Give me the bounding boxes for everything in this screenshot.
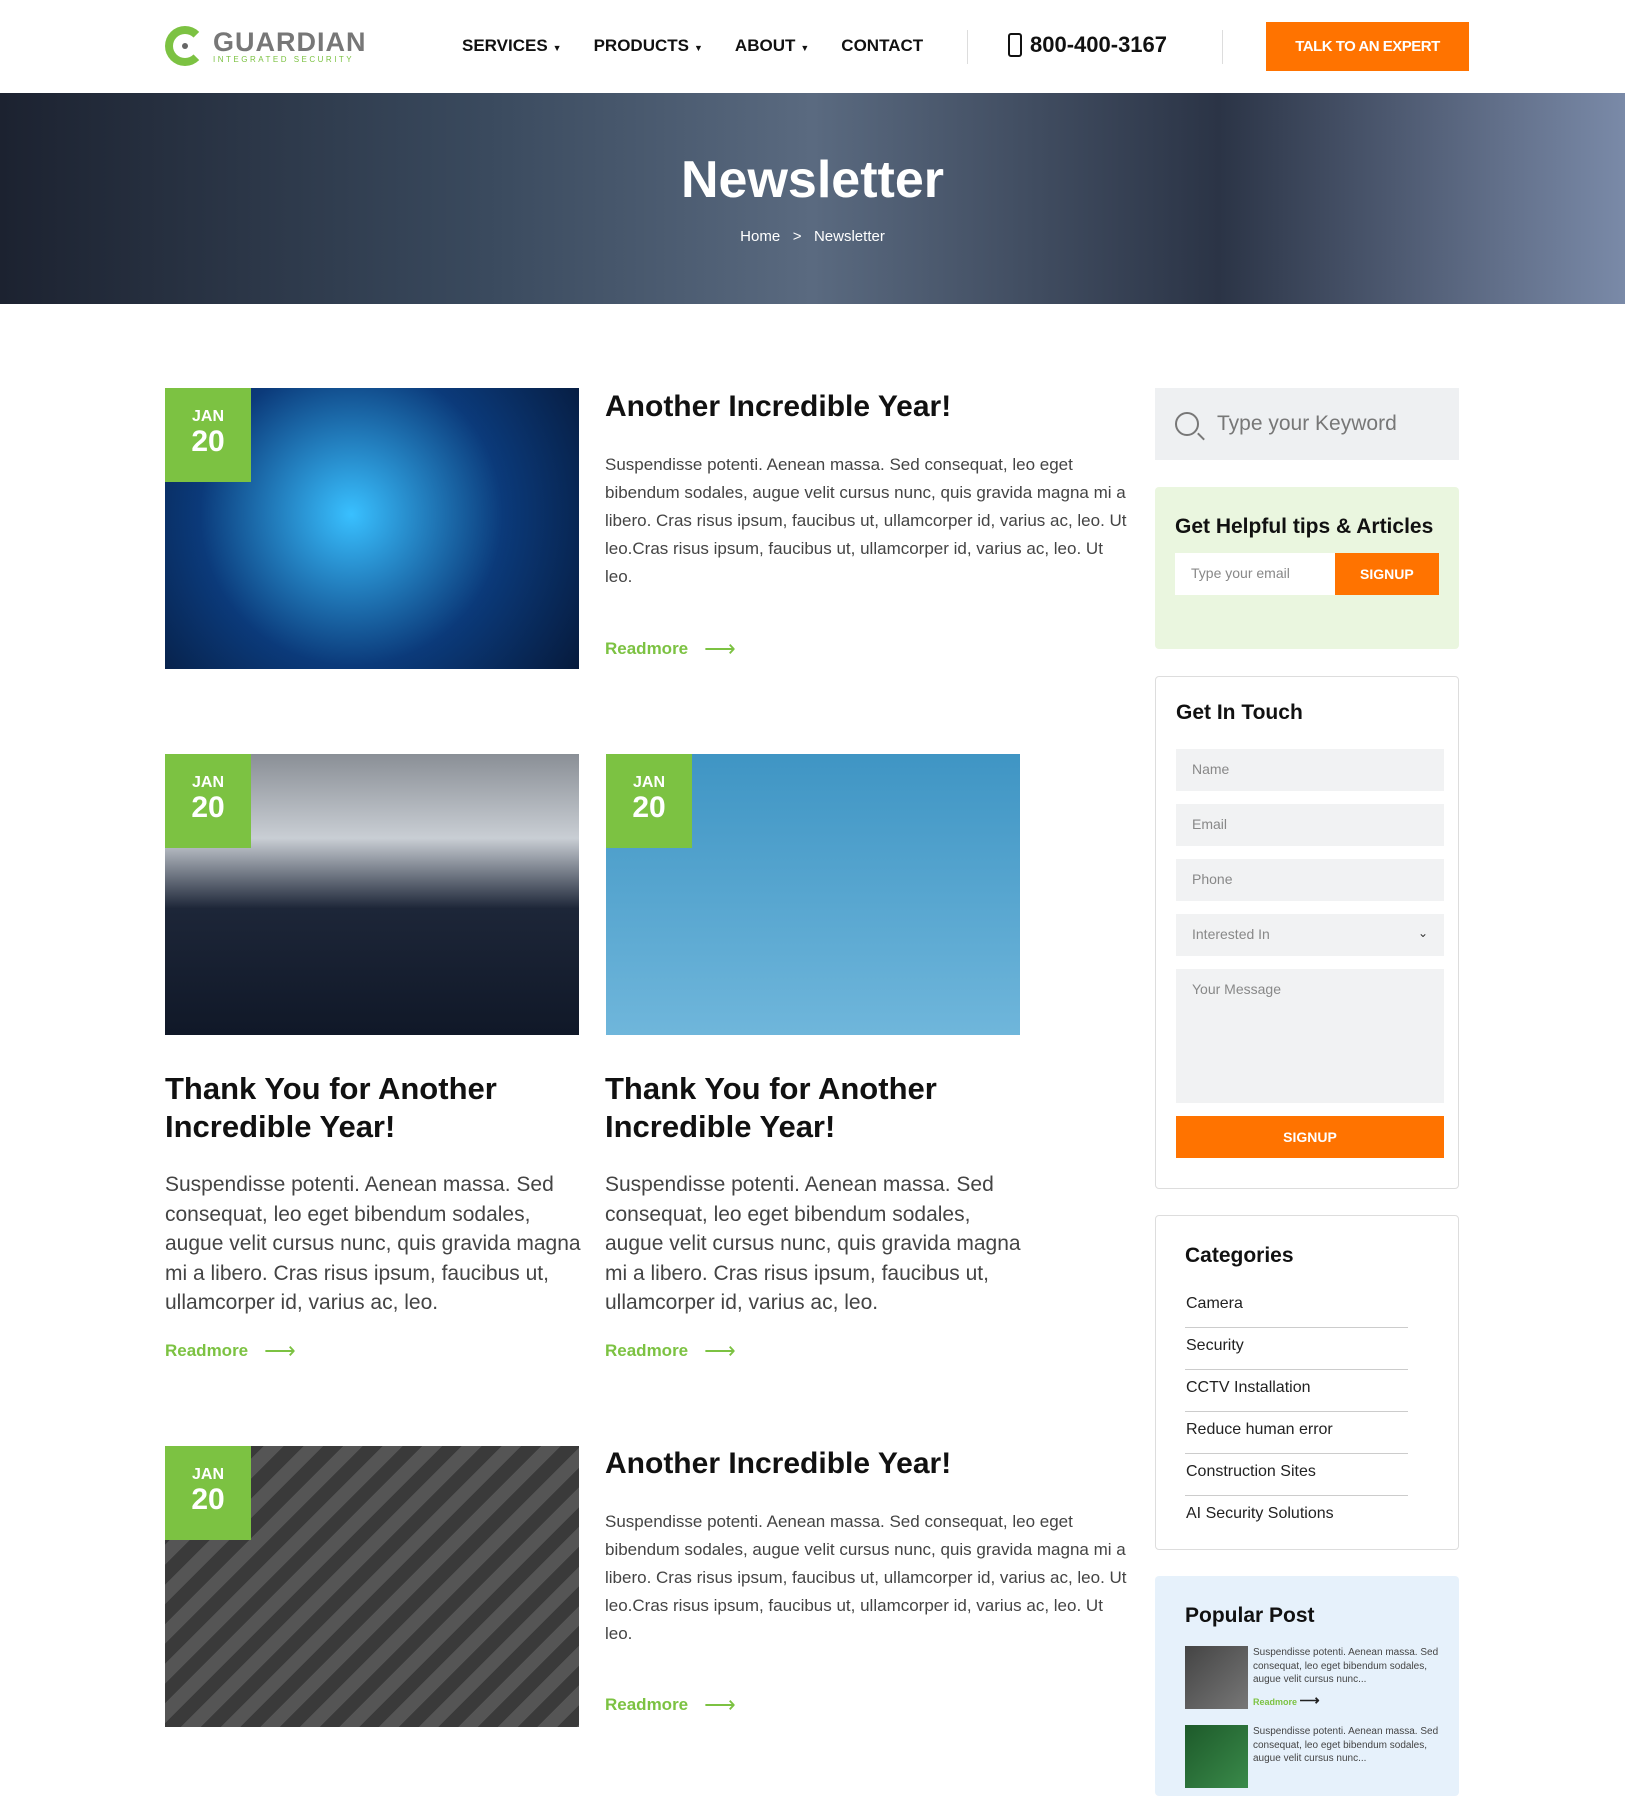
post-title[interactable]: Thank You for Another Incredible Year! [605,1070,1025,1146]
readmore-link[interactable]: Readmore ⟶ [605,636,736,662]
arrow-right-icon: ⟶ [704,1338,736,1363]
divider [967,30,968,64]
category-link[interactable]: Camera [1185,1286,1408,1328]
categories-widget: Categories Camera Security CCTV Installa… [1155,1215,1459,1550]
category-link[interactable]: Reduce human error [1185,1412,1408,1454]
category-link[interactable]: CCTV Installation [1185,1370,1408,1412]
date-badge: JAN 20 [165,388,251,482]
email-input[interactable]: Type your email [1175,553,1335,595]
arrow-right-icon: ⟶ [1299,1691,1320,1708]
arrow-right-icon: ⟶ [264,1338,296,1363]
readmore-link[interactable]: Readmore ⟶ [165,1338,296,1364]
category-link[interactable]: Construction Sites [1185,1454,1408,1496]
search-input[interactable]: Type your Keyword [1155,388,1459,460]
post-excerpt: Suspendisse potenti. Aenean massa. Sed c… [165,1173,581,1314]
phone-link[interactable]: 800-400-3167 [1008,32,1167,58]
logo[interactable]: GUARDIAN INTEGRATED SECURITY [165,26,367,66]
signup-button[interactable]: SIGNUP [1334,553,1439,595]
readmore-link[interactable]: Readmore ⟶ [605,1692,736,1718]
popular-post[interactable]: Suspendisse potenti. Aenean massa. Sed c… [1185,1646,1439,1709]
post-image[interactable]: JAN 20 [606,754,1020,1035]
message-field[interactable]: Your Message [1176,969,1444,1103]
nav-contact[interactable]: CONTACT [841,36,923,56]
chevron-down-icon: ⌄ [1417,926,1428,940]
phone-field[interactable]: Phone [1176,859,1444,901]
arrow-right-icon: ⟶ [704,1692,736,1717]
main-nav: SERVICES ▼ PRODUCTS ▼ ABOUT ▼ CONTACT [462,36,923,56]
name-field[interactable]: Name [1176,749,1444,791]
post-excerpt: Suspendisse potenti. Aenean massa. Sed c… [605,1512,1127,1643]
post-title[interactable]: Thank You for Another Incredible Year! [165,1070,585,1146]
post-excerpt: Suspendisse potenti. Aenean massa. Sed c… [605,1173,1021,1314]
post-excerpt: Suspendisse potenti. Aenean massa. Sed c… [605,455,1127,586]
nav-about[interactable]: ABOUT ▼ [735,36,809,56]
date-badge: JAN 20 [606,754,692,848]
post-title[interactable]: Another Incredible Year! [605,390,951,424]
site-header: GUARDIAN INTEGRATED SECURITY SERVICES ▼ PR… [0,0,1625,93]
interested-in-select[interactable]: Interested In ⌄ [1176,914,1444,956]
readmore-link[interactable]: Readmore ⟶ [605,1338,736,1364]
post-image[interactable]: JAN 20 [165,1446,579,1727]
arrow-right-icon: ⟶ [704,636,736,661]
breadcrumb-home[interactable]: Home [740,228,780,245]
popular-post-thumb [1185,1646,1248,1709]
logo-icon [165,26,205,66]
caret-down-icon: ▼ [800,43,810,53]
phone-icon [1008,33,1022,57]
nav-products[interactable]: PRODUCTS ▼ [594,36,703,56]
newsletter-widget: Get Helpful tips & Articles Type your em… [1155,487,1459,649]
caret-down-icon: ▼ [552,43,562,53]
post-image[interactable]: JAN 20 [165,754,579,1035]
nav-services[interactable]: SERVICES ▼ [462,36,562,56]
page-title: Newsletter [681,151,944,209]
category-link[interactable]: Security [1185,1328,1408,1370]
readmore-link[interactable]: Readmore ⟶ [1253,1692,1439,1709]
popular-post-thumb [1185,1725,1248,1788]
popular-post[interactable]: Suspendisse potenti. Aenean massa. Sed c… [1185,1725,1439,1788]
search-icon [1175,412,1199,436]
email-field[interactable]: Email [1176,804,1444,846]
breadcrumb: Home > Newsletter [740,228,885,245]
category-link[interactable]: AI Security Solutions [1185,1496,1408,1538]
popular-posts-widget: Popular Post Suspendisse potenti. Aenean… [1155,1576,1459,1796]
post-title[interactable]: Another Incredible Year! [605,1447,951,1481]
post-image[interactable]: JAN 20 [165,388,579,669]
date-badge: JAN 20 [165,754,251,848]
contact-signup-button[interactable]: SIGNUP [1176,1116,1444,1158]
divider [1222,30,1223,64]
contact-form: Get In Touch Name Email Phone Interested… [1155,676,1459,1189]
talk-to-expert-button[interactable]: TALK TO AN EXPERT [1266,22,1469,71]
date-badge: JAN 20 [165,1446,251,1540]
caret-down-icon: ▼ [694,43,703,53]
